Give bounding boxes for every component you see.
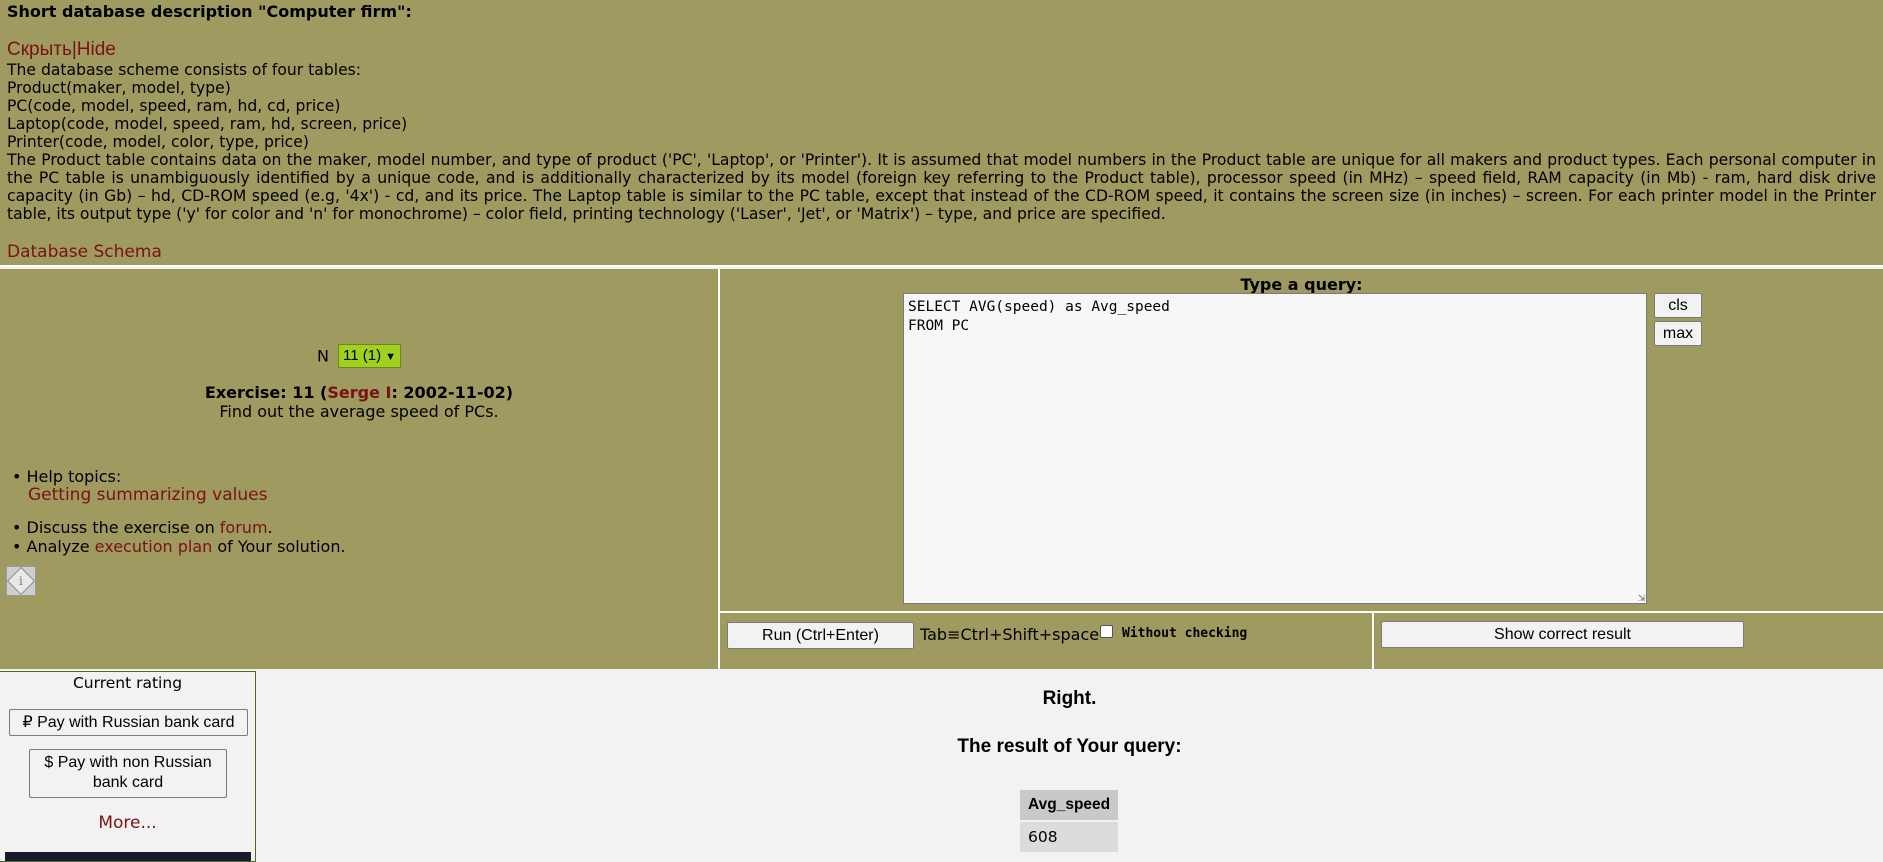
database-schema-link[interactable]: Database Schema <box>7 242 1876 262</box>
description-heading: Short database description "Computer fir… <box>7 2 412 21</box>
without-checking-checkbox[interactable] <box>1100 625 1113 638</box>
analyze-line: • Analyze execution plan of Your solutio… <box>12 537 346 556</box>
query-panel: Type a query: ⇲ cls max <box>720 269 1883 611</box>
rating-panel: Current rating ₽ Pay with Russian bank c… <box>0 671 256 862</box>
table-def-laptop: Laptop(code, model, speed, ram, hd, scre… <box>7 115 408 133</box>
tab-hint: Tab≡Ctrl+Shift+space <box>920 625 1100 644</box>
exercise-title-prefix: Exercise: 11 ( <box>204 383 328 402</box>
exercise-number-label: N <box>316 346 329 366</box>
show-correct-result-button[interactable]: Show correct result <box>1381 621 1744 648</box>
cls-button[interactable]: cls <box>1654 293 1702 318</box>
exercise-panel: N 11 (1) ▼ Exercise: 11 (Serge I: 2002-11… <box>0 269 720 669</box>
exercise-selector-row: N 11 (1) ▼ <box>0 344 718 368</box>
table-def-pc: PC(code, model, speed, ram, hd, cd, pric… <box>7 97 341 115</box>
info-icon[interactable]: i <box>6 566 36 596</box>
info-glyph: i <box>19 574 23 588</box>
without-checking-label: Without checking <box>1122 626 1248 641</box>
pay-non-russian-card-button[interactable]: $ Pay with non Russian bank card <box>29 749 227 798</box>
help-topic-link[interactable]: Getting summarizing values <box>28 485 267 505</box>
discuss-suffix: . <box>267 518 273 537</box>
result-table: Avg_speed 608 <box>1020 788 1119 854</box>
exercise-select[interactable]: 11 (1) ▼ <box>338 344 402 368</box>
run-button[interactable]: Run (Ctrl+Enter) <box>727 622 914 649</box>
help-topics-label: • Help topics: <box>12 467 122 486</box>
result-column-header: Avg_speed <box>1020 790 1119 820</box>
hide-toggle: Скрыть|Hide <box>7 39 1876 61</box>
table-def-product: Product(maker, model, type) <box>7 79 231 97</box>
exercise-select-value: 11 (1) <box>343 347 382 364</box>
description-paragraph: The Product table contains data on the m… <box>7 151 1876 223</box>
execution-plan-link[interactable]: execution plan <box>95 537 213 556</box>
help-section: • Help topics: Getting summarizing value… <box>12 467 346 556</box>
discuss-line: • Discuss the exercise on forum. <box>12 518 346 537</box>
query-title: Type a query: <box>1240 275 1363 294</box>
result-section: Right. The result of Your query: Avg_spe… <box>256 671 1883 862</box>
forum-link[interactable]: forum <box>220 518 268 537</box>
exercise-date: : 2002-11-02) <box>391 383 514 402</box>
result-title: The result of Your query: <box>957 736 1182 757</box>
pay-russian-card-button[interactable]: ₽ Pay with Russian bank card <box>9 709 248 736</box>
result-cell: 608 <box>1020 822 1119 852</box>
hide-link-ru[interactable]: Скрыть <box>7 39 72 60</box>
analyze-suffix: of Your solution. <box>212 537 346 556</box>
exercise-info: Exercise: 11 (Serge I: 2002-11-02) Find … <box>0 383 718 421</box>
banner-image <box>5 852 251 861</box>
database-description-panel: Short database description "Computer fir… <box>0 0 1883 267</box>
run-bar: Run (Ctrl+Enter) Tab≡Ctrl+Shift+space Wi… <box>720 611 1883 669</box>
exercise-title: Exercise: 11 (Serge I: 2002-11-02) <box>0 383 718 402</box>
table-row: 608 <box>1020 822 1119 852</box>
table-def-printer: Printer(code, model, color, type, price) <box>7 133 309 151</box>
analyze-text: • Analyze <box>12 537 95 556</box>
scheme-intro: The database scheme consists of four tab… <box>7 61 362 79</box>
resize-grip-icon[interactable]: ⇲ <box>1638 595 1646 604</box>
query-editor[interactable] <box>903 293 1647 604</box>
more-link[interactable]: More... <box>0 813 255 833</box>
chevron-down-icon: ▼ <box>385 351 397 363</box>
current-rating-label: Current rating <box>72 674 183 692</box>
run-bar-divider <box>1372 613 1374 669</box>
exercise-task: Find out the average speed of PCs. <box>219 402 499 421</box>
hide-link-en[interactable]: Hide <box>77 39 116 60</box>
result-status: Right. <box>1042 688 1097 709</box>
run-bar-divider-top <box>720 611 1883 613</box>
exercise-author: Serge I <box>327 383 392 402</box>
discuss-text: • Discuss the exercise on <box>12 518 220 537</box>
max-button[interactable]: max <box>1654 321 1702 346</box>
